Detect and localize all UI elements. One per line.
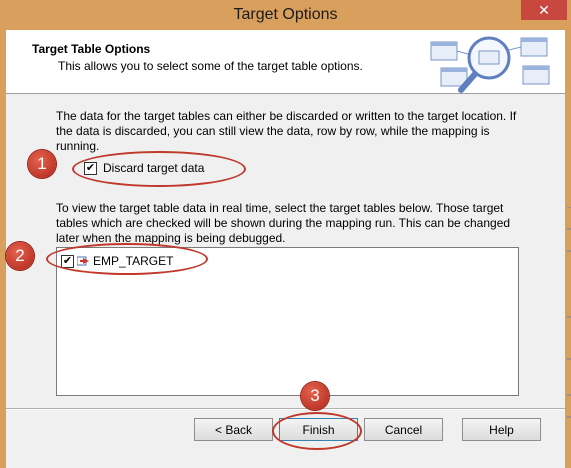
annotation-ellipse-3 [272,412,362,450]
header-subtitle: This allows you to select some of the ta… [58,59,363,73]
window-title: Target Options [233,6,338,23]
annotation-badge-2: 2 [6,242,34,270]
help-button[interactable]: Help [462,418,541,441]
annotation-ellipse-1 [72,151,246,187]
annotation-badge-3: 3 [301,382,329,410]
discard-description: The data for the target tables can eithe… [56,109,517,153]
back-button[interactable]: < Back [194,418,273,441]
tables-description: To view the target table data in real ti… [56,201,511,245]
background-window-edge [567,207,571,418]
wizard-header: Target Table Options This allows you to … [6,30,565,94]
cancel-button[interactable]: Cancel [364,418,443,441]
button-separator [6,408,565,410]
annotation-badge-1: 1 [28,150,56,178]
wizard-content: The data for the target tables can eithe… [6,94,565,468]
annotation-ellipse-2 [46,243,208,275]
header-title: Target Table Options [32,42,151,56]
close-button[interactable]: ✕ [521,0,567,20]
magnifier-tables-icon [430,36,550,93]
